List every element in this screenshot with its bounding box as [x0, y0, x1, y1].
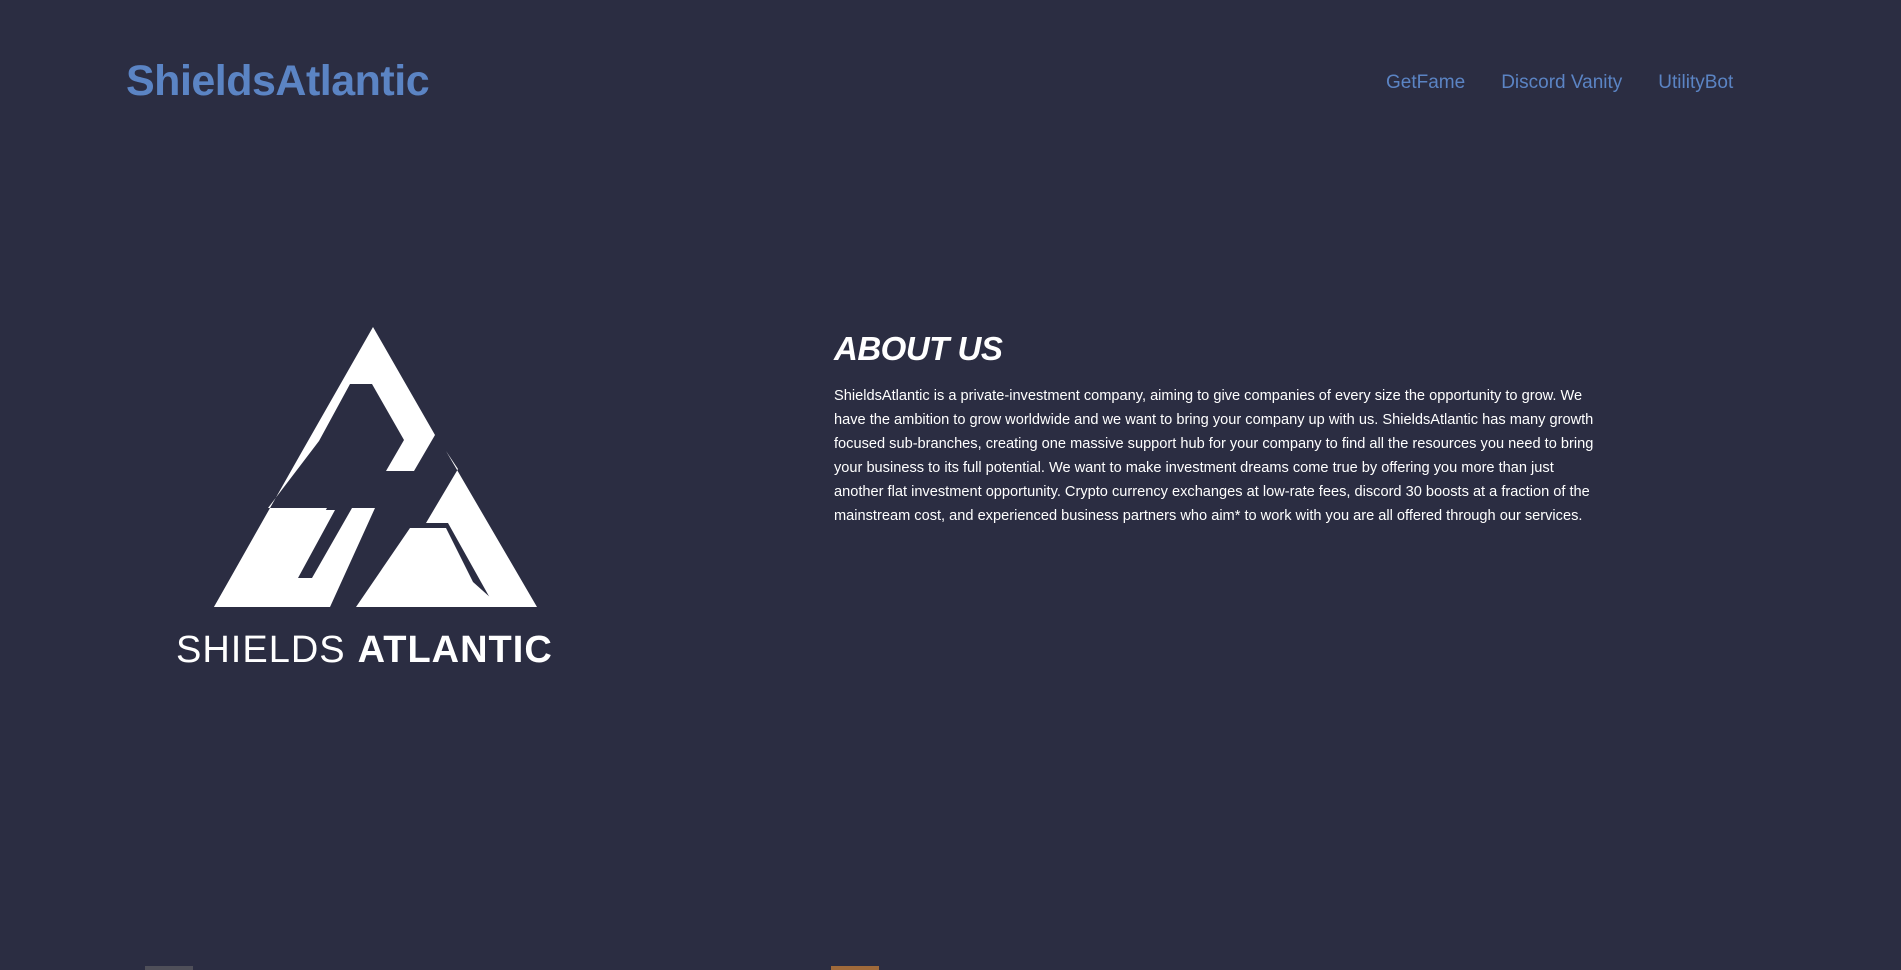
logo-text-shields: SHIELDS: [176, 629, 346, 670]
about-title: ABOUT US: [834, 330, 1003, 367]
logo-text-atlantic: ATLANTIC: [358, 629, 553, 670]
nav-link-utilitybot[interactable]: UtilityBot: [1658, 71, 1733, 95]
nav-link-discord-vanity[interactable]: Discord Vanity: [1501, 71, 1622, 95]
brand-logo-link[interactable]: ShieldsAtlantic: [126, 56, 430, 108]
partial-card-right: [831, 966, 879, 970]
nav-link-getfame[interactable]: GetFame: [1386, 71, 1465, 95]
shields-atlantic-logo: SHIELDS ATLANTIC: [176, 327, 553, 670]
about-section: ABOUT US ShieldsAtlantic is a private-in…: [834, 329, 1604, 528]
partial-card-left: [145, 966, 193, 970]
svg-text:SHIELDSATLANTIC: SHIELDS ATLANTIC: [176, 629, 553, 670]
main-nav: GetFame Discord Vanity UtilityBot: [1386, 71, 1733, 95]
about-body: ShieldsAtlantic is a private-investment …: [834, 388, 1594, 524]
sa-triangle-mark: [214, 327, 537, 607]
